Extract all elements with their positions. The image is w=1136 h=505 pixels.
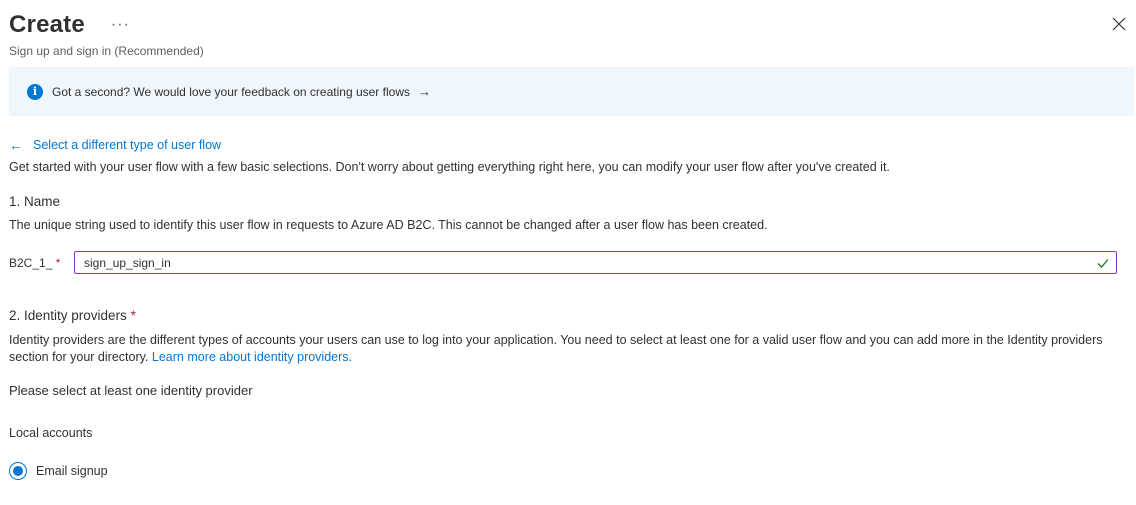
name-input-wrapper xyxy=(74,251,1117,274)
idp-section-heading: 2. Identity providers * xyxy=(9,308,136,323)
idp-section-description: Identity providers are the different typ… xyxy=(9,332,1119,366)
required-marker: * xyxy=(55,255,61,270)
intro-text: Get started with your user flow with a f… xyxy=(9,160,890,174)
title-row: Create ··· xyxy=(9,10,1127,40)
checkmark-icon xyxy=(1097,259,1109,268)
learn-more-idp-link[interactable]: Learn more about identity providers. xyxy=(152,350,352,364)
email-signup-label: Email signup xyxy=(36,464,108,478)
name-field-row: B2C_1_ * xyxy=(9,251,1117,274)
name-input[interactable] xyxy=(75,252,1116,273)
arrow-right-icon[interactable]: → xyxy=(418,84,431,99)
feedback-link[interactable]: Got a second? We would love your feedbac… xyxy=(52,85,410,99)
idp-heading-text: 2. Identity providers xyxy=(9,308,127,323)
back-link-label: Select a different type of user flow xyxy=(33,138,222,152)
arrow-left-icon: ← xyxy=(9,137,23,153)
feedback-banner: i Got a second? We would love your feedb… xyxy=(9,67,1134,116)
name-prefix: B2C_1_ xyxy=(9,255,53,270)
close-icon[interactable] xyxy=(1111,16,1127,32)
email-signup-option[interactable]: Email signup xyxy=(9,462,108,480)
name-prefix-label: B2C_1_ * xyxy=(9,256,74,270)
more-options-button[interactable]: ··· xyxy=(111,17,130,33)
page-title: Create xyxy=(9,11,85,38)
radio-selected-dot xyxy=(13,466,23,476)
info-icon: i xyxy=(27,83,43,100)
select-different-flow-link[interactable]: ← Select a different type of user flow xyxy=(9,137,221,153)
name-section-description: The unique string used to identify this … xyxy=(9,218,768,232)
blade-header: Create ··· Sign up and sign in (Recommen… xyxy=(9,10,1127,60)
radio-button[interactable] xyxy=(9,462,27,480)
name-section-heading: 1. Name xyxy=(9,194,61,209)
page-subtitle: Sign up and sign in (Recommended) xyxy=(9,44,204,58)
idp-prompt: Please select at least one identity prov… xyxy=(9,383,253,398)
required-marker: * xyxy=(130,308,136,323)
local-accounts-label: Local accounts xyxy=(9,426,93,440)
